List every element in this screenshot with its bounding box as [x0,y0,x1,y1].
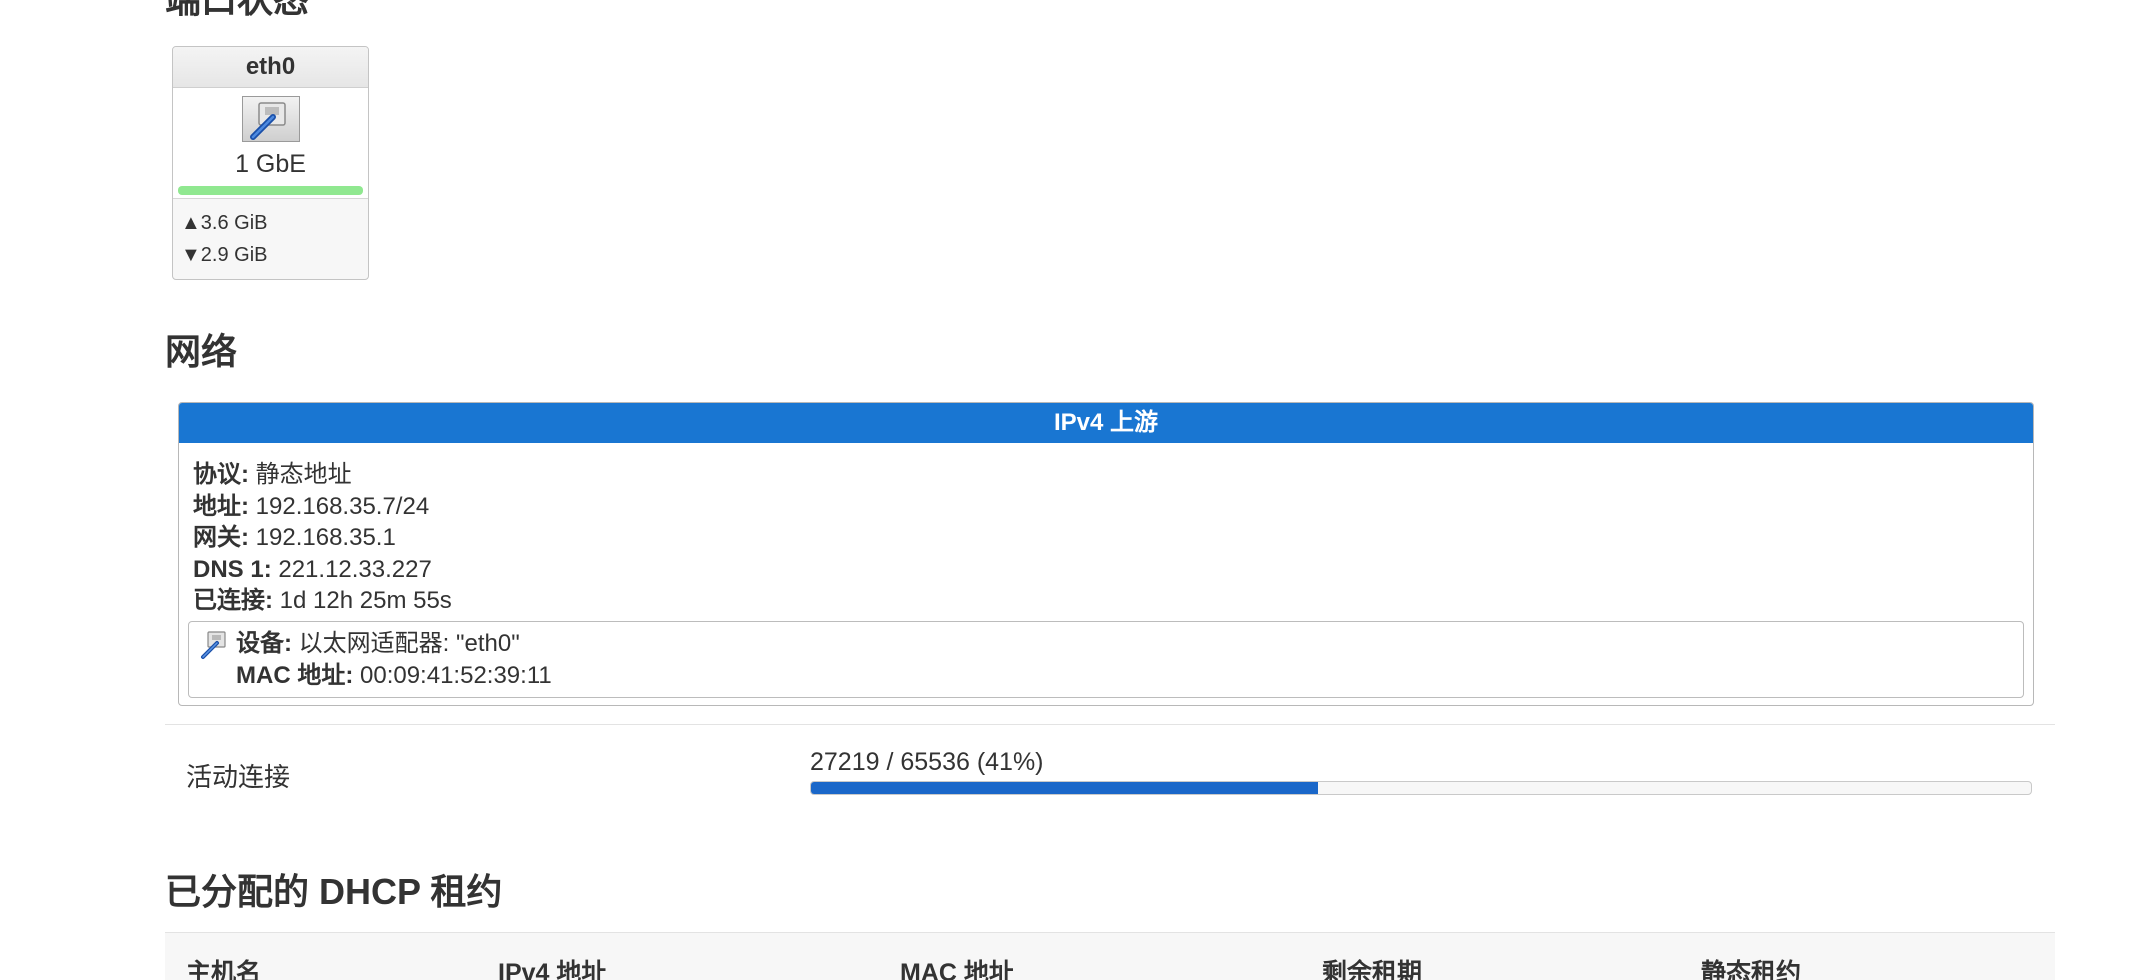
device-details: 设备: 以太网适配器: "eth0" MAC 地址: 00:09:41:52:3… [236,628,552,691]
ipv4-upstream-header: IPv4 上游 [179,403,2033,443]
device-mac: MAC 地址: 00:09:41:52:39:11 [236,661,552,689]
column-static-lease[interactable]: 静态租约 [1701,953,1801,980]
page: 端口状态 eth0 1 GbE ▲3.6 GiB ▼2.9 GiB 网络 IPv… [0,0,2136,980]
column-ipv4-address[interactable]: IPv4 地址 [498,953,606,980]
network-dns1: DNS 1: 221.12.33.227 [193,555,432,583]
dhcp-leases-title: 已分配的 DHCP 租约 [165,871,503,912]
port-rx: ▼2.9 GiB [181,244,268,266]
device-box: 设备: 以太网适配器: "eth0" MAC 地址: 00:09:41:52:3… [188,621,2024,698]
port-link-bar [178,186,363,195]
dhcp-leases-table-header: 主机名 IPv4 地址 MAC 地址 剩余租期 静态租约 [165,932,2055,980]
column-lease-remaining[interactable]: 剩余租期 [1322,953,1422,980]
device-name: 设备: 以太网适配器: "eth0" [236,630,520,657]
active-connections-label: 活动连接 [186,762,291,792]
ethernet-port-icon [242,96,300,142]
port-card-eth0: eth0 1 GbE ▲3.6 GiB ▼2.9 GiB [172,46,369,280]
ipv4-upstream-panel: IPv4 上游 协议: 静态地址 地址: 192.168.35.7/24 网关:… [178,402,2034,706]
active-connections-value: 27219 / 65536 (41%) [810,748,1044,776]
network-protocol: 协议: 静态地址 [193,461,352,488]
section-divider [165,724,2055,725]
active-connections-progress-fill [811,782,1318,794]
active-connections-progress [810,781,2032,795]
port-tx: ▲3.6 GiB [181,212,268,234]
port-status-title: 端口状态 [165,0,309,22]
column-mac-address[interactable]: MAC 地址 [900,953,1014,980]
network-info: 协议: 静态地址 地址: 192.168.35.7/24 网关: 192.168… [193,459,452,617]
port-stats: ▲3.6 GiB ▼2.9 GiB [173,199,368,279]
network-gateway: 网关: 192.168.35.1 [193,524,396,551]
network-address: 地址: 192.168.35.7/24 [193,492,430,520]
port-body: 1 GbE [173,88,368,199]
network-title: 网络 [165,331,238,372]
ethernet-adapter-icon [199,630,229,660]
port-name: eth0 [173,47,368,88]
column-hostname[interactable]: 主机名 [186,953,261,980]
port-speed: 1 GbE [235,150,306,178]
network-uptime: 已连接: 1d 12h 25m 55s [193,587,452,614]
